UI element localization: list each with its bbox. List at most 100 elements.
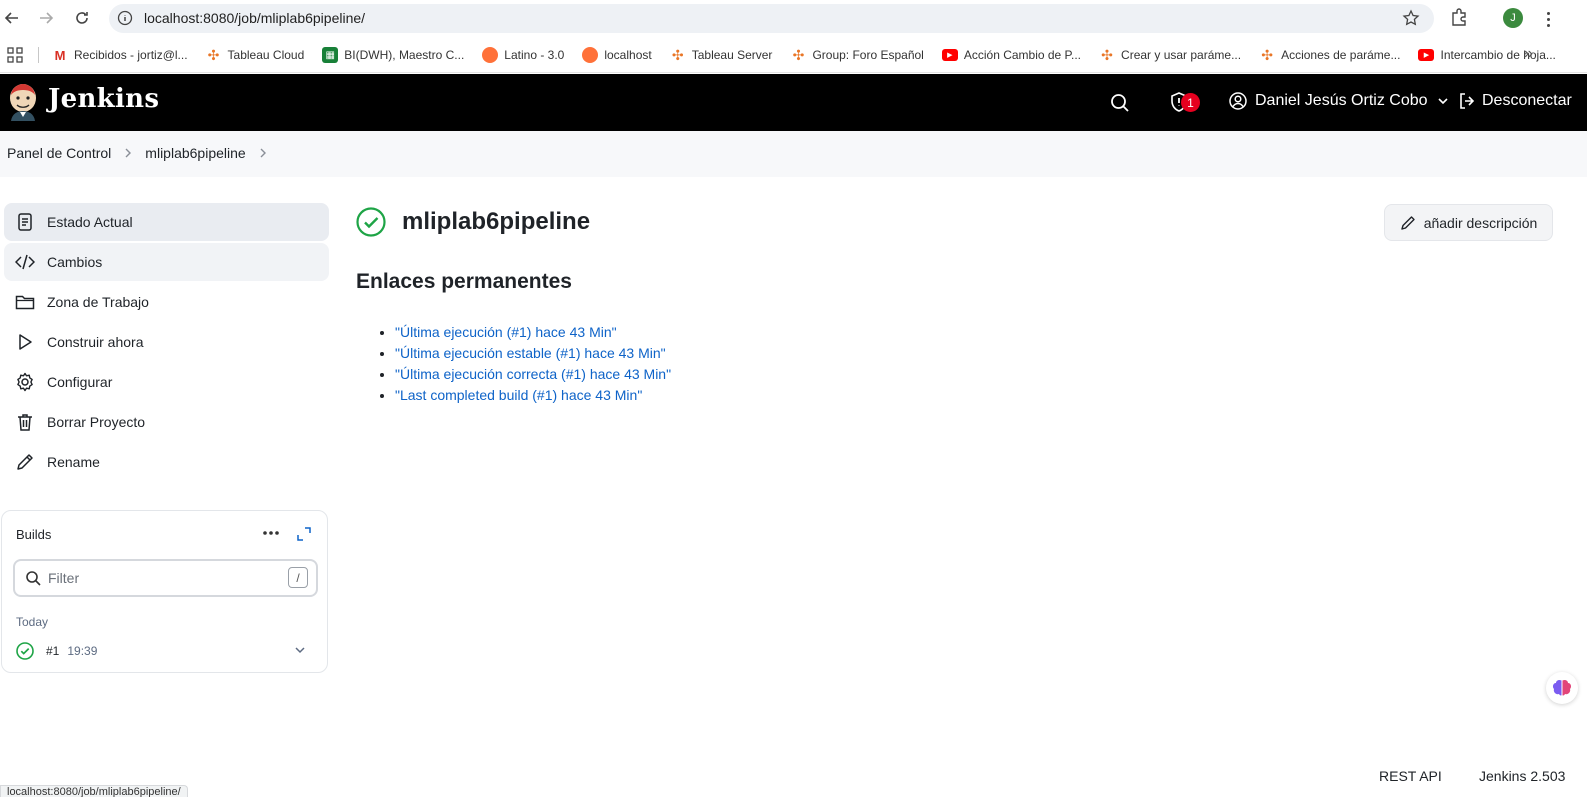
bookmark-label: Crear y usar paráme... [1121, 48, 1242, 62]
forward-button[interactable] [34, 6, 58, 30]
chevron-right-icon[interactable] [123, 147, 133, 159]
apps-grid-icon[interactable] [7, 47, 23, 63]
pencil-icon [17, 454, 33, 470]
keyboard-shortcut-hint: / [288, 567, 308, 588]
sidebar-item-label: Rename [47, 454, 100, 470]
reload-button[interactable] [70, 6, 94, 30]
permalink-last-completed[interactable]: "Last completed build (#1) hace 43 Min" [395, 387, 642, 403]
bookmark-item[interactable]: ✣ Tableau Cloud [206, 41, 313, 69]
bookmark-item[interactable]: ✣ Crear y usar paráme... [1099, 41, 1249, 69]
sidebar-item-label: Configurar [47, 374, 113, 390]
trash-icon [18, 414, 32, 431]
arrow-left-icon [4, 12, 18, 24]
address-bar[interactable]: localhost:8080/job/mliplab6pipeline/ [109, 4, 1434, 33]
permalinks-title: Enlaces permanentes [356, 270, 572, 293]
firefox-icon [582, 47, 599, 63]
chevron-down-icon[interactable] [294, 644, 306, 656]
breadcrumb: Panel de Control mliplab6pipeline [7, 145, 268, 161]
sidebar-item-rename[interactable]: Rename [4, 443, 329, 481]
sidebar-item-label: Estado Actual [47, 214, 133, 230]
rest-api-link[interactable]: REST API [1379, 768, 1442, 784]
bookmarks-bar: M Recibidos - jortiz@l... ✣ Tableau Cloud ▦ B… [0, 37, 1587, 73]
sidebar-item-workspace[interactable]: Zona de Trabajo [4, 283, 329, 321]
builds-group-label: Today [16, 615, 49, 629]
bookmark-item[interactable]: M Recibidos - jortiz@l... [52, 41, 196, 69]
code-icon [15, 254, 35, 270]
more-options-icon[interactable] [262, 529, 280, 537]
more-bookmarks-icon[interactable]: » [1524, 45, 1533, 63]
bookmark-star-icon[interactable] [1402, 9, 1420, 27]
sidebar-item-label: Borrar Proyecto [47, 414, 146, 430]
arrow-right-icon [40, 12, 54, 24]
browser-toolbar: localhost:8080/job/mliplab6pipeline/ J [0, 0, 1587, 37]
brain-icon [1552, 679, 1572, 696]
build-row[interactable]: #1 19:39 [16, 639, 316, 663]
jenkins-title[interactable]: Jenkins [48, 84, 159, 114]
user-name[interactable]: Daniel Jesús Ortiz Cobo [1255, 92, 1428, 110]
permalink-last-build[interactable]: "Última ejecución (#1) hace 43 Min" [395, 324, 617, 340]
sidebar-item-label: Construir ahora [47, 334, 144, 350]
breadcrumb-dashboard[interactable]: Panel de Control [7, 145, 111, 161]
build-number[interactable]: #1 [46, 644, 59, 658]
assistant-widget[interactable] [1546, 672, 1578, 704]
list-item: "Última ejecución estable (#1) hace 43 M… [395, 343, 671, 364]
sidebar-item-status[interactable]: Estado Actual [4, 203, 329, 241]
add-description-button[interactable]: añadir descripción [1384, 204, 1553, 241]
bookmark-item[interactable]: ▦ BI(DWH), Maestro C... [322, 41, 472, 69]
add-description-label: añadir descripción [1423, 214, 1538, 231]
success-check-icon [356, 207, 386, 237]
youtube-icon: ▶ [1418, 49, 1435, 61]
gear-icon [17, 372, 33, 392]
list-item: "Last completed build (#1) hace 43 Min" [395, 385, 671, 406]
sidebar-item-build-now[interactable]: Construir ahora [4, 323, 329, 361]
bookmark-label: Acciones de paráme... [1281, 48, 1401, 62]
sidebar-item-label: Cambios [47, 254, 103, 270]
chevron-down-icon[interactable] [1436, 94, 1450, 108]
user-icon [1229, 92, 1247, 110]
security-count-badge[interactable]: 1 [1181, 93, 1200, 112]
bookmark-label: Recibidos - jortiz@l... [74, 48, 188, 62]
breadcrumb-job[interactable]: mliplab6pipeline [145, 145, 245, 161]
bookmark-item[interactable]: ▶ Acción Cambio de P... [941, 41, 1089, 69]
status-icon [18, 213, 32, 231]
tableau-icon: ✣ [207, 46, 220, 63]
bookmark-item[interactable]: ✣ Acciones de paráme... [1259, 41, 1408, 69]
permalink-last-successful[interactable]: "Última ejecución correcta (#1) hace 43 … [395, 366, 671, 382]
chevron-right-icon[interactable] [258, 147, 268, 159]
bookmark-item[interactable]: ▶ Intercambio de hoja... [1418, 41, 1563, 69]
info-icon[interactable] [117, 10, 133, 26]
bookmark-item[interactable]: ✣ Group: Foro Español [790, 41, 931, 69]
logout-button[interactable]: Desconectar [1458, 92, 1572, 110]
page-title: mliplab6pipeline [402, 208, 591, 235]
jenkins-version-link[interactable]: Jenkins 2.503 [1479, 768, 1565, 784]
tableau-icon: ✣ [792, 46, 805, 63]
youtube-icon: ▶ [941, 49, 958, 61]
browser-menu-icon[interactable] [1541, 8, 1555, 30]
job-heading: mliplab6pipeline [356, 207, 590, 237]
gmail-icon: M [54, 47, 66, 63]
permalink-last-stable[interactable]: "Última ejecución estable (#1) hace 43 M… [395, 345, 666, 361]
user-menu[interactable]: Daniel Jesús Ortiz Cobo [1229, 92, 1450, 110]
profile-avatar[interactable]: J [1503, 8, 1523, 28]
firefox-icon [482, 47, 499, 63]
sidebar-item-configure[interactable]: Configurar [4, 363, 329, 401]
expand-icon[interactable] [297, 527, 311, 541]
bookmark-item[interactable]: localhost [582, 41, 659, 69]
builds-filter[interactable]: / [13, 559, 318, 597]
bookmarks-separator [38, 47, 39, 63]
bookmark-item[interactable]: Latino - 3.0 [482, 41, 572, 69]
bookmark-label: Intercambio de hoja... [1440, 48, 1556, 62]
logout-label[interactable]: Desconectar [1482, 92, 1572, 110]
builds-filter-input[interactable] [48, 568, 268, 588]
extensions-icon[interactable] [1449, 7, 1469, 27]
sidebar-item-delete[interactable]: Borrar Proyecto [4, 403, 329, 441]
bookmark-item[interactable]: ✣ Tableau Server [670, 41, 781, 69]
sidebar-item-changes[interactable]: Cambios [4, 243, 329, 281]
jenkins-logo-icon[interactable] [7, 83, 39, 121]
permalinks-list: "Última ejecución (#1) hace 43 Min" "Últ… [395, 322, 671, 406]
reload-icon [76, 12, 88, 24]
search-icon[interactable] [1110, 93, 1130, 113]
url-text[interactable]: localhost:8080/job/mliplab6pipeline/ [144, 10, 365, 26]
bookmark-label: BI(DWH), Maestro C... [344, 48, 465, 62]
back-button[interactable] [0, 6, 24, 30]
